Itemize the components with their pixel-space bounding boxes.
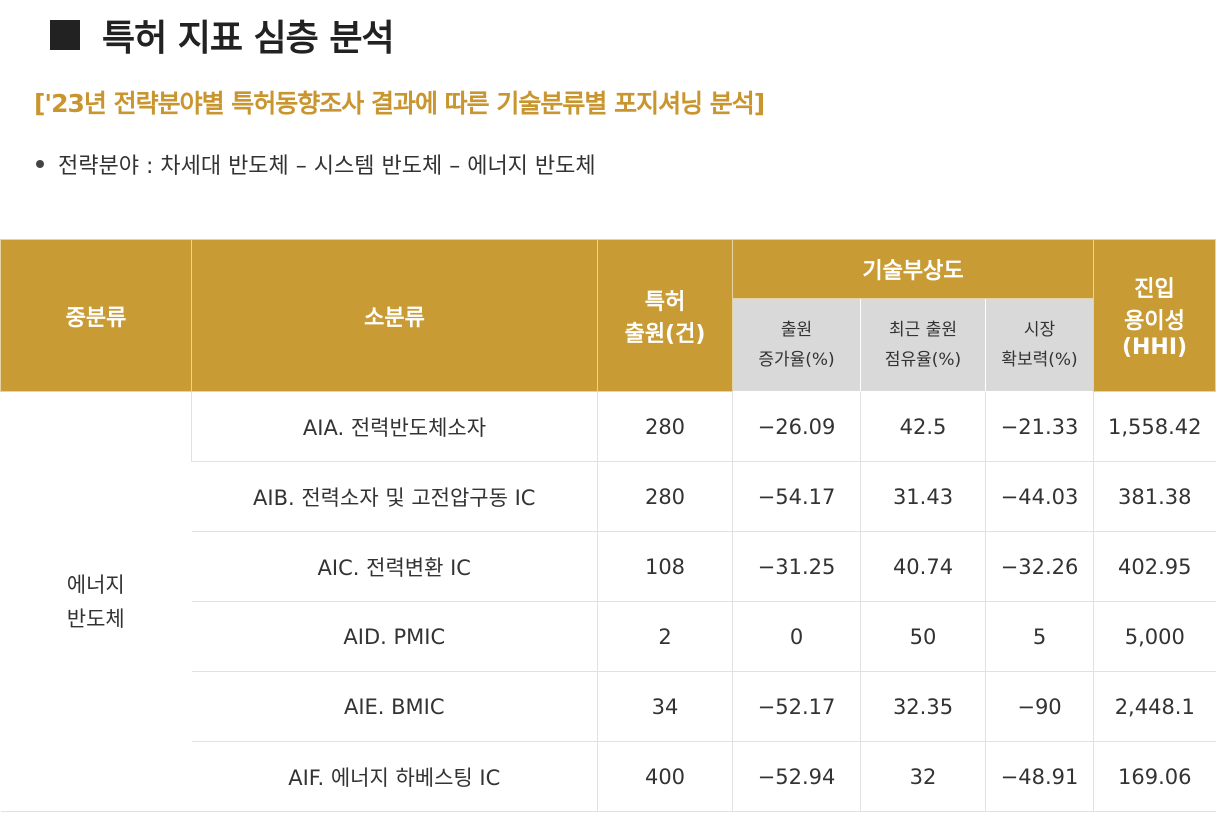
growth-rate-cell: −52.17 bbox=[732, 671, 861, 742]
header-share-line1: 최근 출원 bbox=[889, 320, 957, 340]
header-tech-emergence: 기술부상도 bbox=[731, 239, 1095, 299]
header-patent-line1: 특허 bbox=[644, 289, 686, 315]
bullet-dot-icon bbox=[36, 160, 44, 168]
hhi-cell: 402.95 bbox=[1093, 531, 1216, 602]
patent-count-cell: 400 bbox=[597, 741, 733, 812]
sub-category-cell: AIA. 전력반도체소자 bbox=[191, 391, 598, 462]
header-entry-line2: 용이성 bbox=[1124, 309, 1185, 334]
header-entry-line1: 진입 bbox=[1134, 277, 1175, 302]
page-title: 특허 지표 심층 분석 bbox=[50, 10, 395, 60]
header-patent-line2: 출원(건) bbox=[624, 321, 706, 347]
header-market-line1: 시장 bbox=[1023, 320, 1056, 340]
table-row: 에너지 반도체 AIA. 전력반도체소자 280 −26.09 42.5 −21… bbox=[0, 391, 1216, 812]
header-recent-share: 최근 출원 점유율(%) bbox=[860, 298, 986, 392]
hhi-cell: 2,448.1 bbox=[1093, 671, 1216, 742]
hhi-cell: 1,558.42 bbox=[1093, 391, 1216, 462]
page-subtitle: ['23년 전략분야별 특허동향조사 결과에 따른 기술분류별 포지셔닝 분석] bbox=[34, 89, 765, 118]
hhi-cell: 5,000 bbox=[1093, 601, 1216, 672]
market-power-cell: −44.03 bbox=[984, 461, 1094, 532]
strategy-bullet-text: 전략분야 : 차세대 반도체 – 시스템 반도체 – 에너지 반도체 bbox=[58, 154, 596, 179]
market-power-cell: −90 bbox=[984, 671, 1094, 742]
page-title-text: 특허 지표 심층 분석 bbox=[102, 18, 395, 59]
market-power-cell: −21.33 bbox=[984, 391, 1094, 462]
hhi-cell: 381.38 bbox=[1093, 461, 1216, 532]
category-line2: 반도체 bbox=[66, 606, 125, 631]
header-market-line2: 확보력(%) bbox=[1001, 350, 1078, 370]
patent-count-cell: 2 bbox=[597, 601, 733, 672]
recent-share-cell: 32 bbox=[860, 741, 986, 812]
recent-share-cell: 42.5 bbox=[860, 391, 986, 462]
market-power-cell: 5 bbox=[984, 601, 1094, 672]
hhi-cell: 169.06 bbox=[1093, 741, 1216, 812]
header-patent-count: 특허 출원(건) bbox=[597, 239, 733, 392]
sub-category-cell: AIC. 전력변환 IC bbox=[191, 531, 598, 602]
market-power-cell: −48.91 bbox=[984, 741, 1094, 812]
strategy-bullet: 전략분야 : 차세대 반도체 – 시스템 반도체 – 에너지 반도체 bbox=[36, 148, 596, 180]
header-market-power: 시장 확보력(%) bbox=[984, 298, 1095, 392]
growth-rate-cell: −26.09 bbox=[732, 391, 861, 462]
patent-analysis-table: 중분류 소분류 특허 출원(건) 기술부상도 진입 용이성 (HHI) 출원 증… bbox=[0, 239, 1217, 812]
recent-share-cell: 50 bbox=[860, 601, 986, 672]
patent-count-cell: 34 bbox=[597, 671, 733, 742]
header-entry-ease: 진입 용이성 (HHI) bbox=[1093, 239, 1217, 392]
sub-category-cell: AIE. BMIC bbox=[191, 671, 598, 742]
header-growth-rate: 출원 증가율(%) bbox=[732, 298, 861, 392]
sub-category-cell: AIF. 에너지 하베스팅 IC bbox=[191, 741, 598, 812]
square-bullet-icon bbox=[50, 20, 80, 50]
recent-share-cell: 40.74 bbox=[860, 531, 986, 602]
sub-category-cell: AIB. 전력소자 및 고전압구동 IC bbox=[191, 461, 598, 532]
header-growth-line1: 출원 bbox=[780, 320, 813, 340]
growth-rate-cell: −54.17 bbox=[732, 461, 861, 532]
growth-rate-cell: −52.94 bbox=[732, 741, 861, 812]
sub-category-cell: AID. PMIC bbox=[191, 601, 598, 672]
category-cell: 에너지 반도체 bbox=[0, 391, 192, 812]
header-mid-category: 중분류 bbox=[0, 239, 192, 392]
market-power-cell: −32.26 bbox=[984, 531, 1094, 602]
category-line1: 에너지 bbox=[66, 572, 125, 597]
header-sub-category: 소분류 bbox=[191, 239, 598, 392]
recent-share-cell: 31.43 bbox=[860, 461, 986, 532]
patent-count-cell: 280 bbox=[597, 461, 733, 532]
header-share-line2: 점유율(%) bbox=[884, 350, 962, 370]
recent-share-cell: 32.35 bbox=[860, 671, 986, 742]
growth-rate-cell: 0 bbox=[732, 601, 861, 672]
patent-count-cell: 108 bbox=[597, 531, 733, 602]
patent-count-cell: 280 bbox=[597, 391, 733, 462]
header-entry-line3: (HHI) bbox=[1121, 335, 1188, 360]
growth-rate-cell: −31.25 bbox=[732, 531, 861, 602]
header-growth-line2: 증가율(%) bbox=[758, 350, 835, 370]
